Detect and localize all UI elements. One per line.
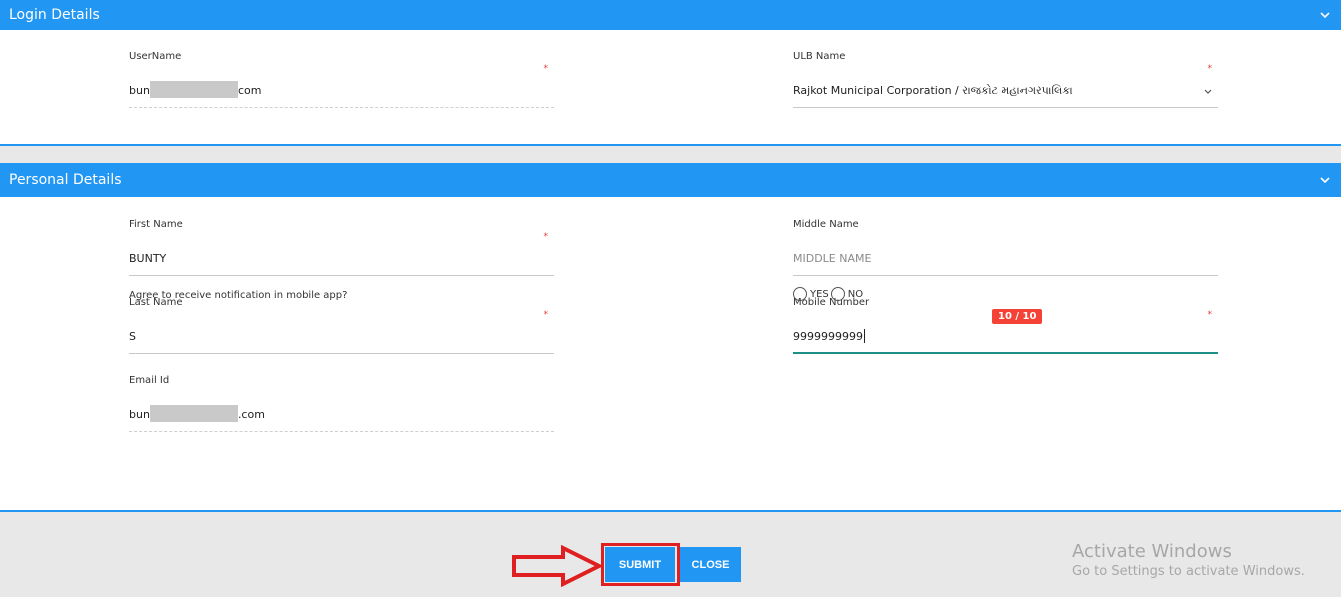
personal-details-panel: Personal Details First Name * BUNTY Midd… <box>0 163 1341 512</box>
personal-details-header[interactable]: Personal Details <box>0 163 1341 197</box>
required-marker: * <box>1207 64 1213 74</box>
personal-details-title: Personal Details <box>9 172 122 188</box>
chevron-down-icon[interactable] <box>1318 173 1332 187</box>
first-name-underline <box>129 275 554 276</box>
ulb-value[interactable]: Rajkot Municipal Corporation / રાજકોટ મહ… <box>793 84 1073 98</box>
notification-radio-group: YES NO <box>793 287 865 301</box>
email-label: Email Id <box>129 375 170 386</box>
redacted-mask <box>149 81 238 98</box>
mobile-number-value[interactable]: 9999999999 <box>793 329 865 343</box>
required-marker: * <box>543 232 549 242</box>
email-underline <box>129 431 554 432</box>
pointer-arrow-icon <box>512 545 603 587</box>
email-value[interactable]: bun .com <box>129 405 265 422</box>
username-label: UserName <box>129 51 182 62</box>
watermark-title: Activate Windows <box>1072 541 1232 562</box>
middle-name-underline <box>793 275 1218 276</box>
login-details-title: Login Details <box>9 7 100 23</box>
chevron-down-icon[interactable] <box>1318 8 1332 22</box>
redacted-mask <box>149 405 238 422</box>
ulb-label: ULB Name <box>793 51 846 62</box>
middle-name-placeholder[interactable]: MIDDLE NAME <box>793 252 871 265</box>
activate-windows-watermark: Activate Windows Go to Settings to activ… <box>1072 541 1305 579</box>
text-caret <box>864 329 865 343</box>
chevron-down-icon[interactable] <box>1204 87 1212 98</box>
no-radio[interactable] <box>830 287 845 301</box>
watermark-subtitle: Go to Settings to activate Windows. <box>1072 564 1305 579</box>
first-name-value[interactable]: BUNTY <box>129 252 166 265</box>
login-details-header[interactable]: Login Details <box>0 0 1341 30</box>
required-marker: * <box>543 64 549 74</box>
yes-radio[interactable] <box>793 287 807 301</box>
notification-question: Agree to receive notification in mobile … <box>129 290 348 301</box>
no-radio-label[interactable]: NO <box>848 289 863 300</box>
username-value[interactable]: bun com <box>129 81 261 98</box>
last-name-value[interactable]: S <box>129 330 136 343</box>
mobile-number-underline <box>793 352 1218 354</box>
character-counter-badge: 10 / 10 <box>992 309 1043 324</box>
middle-name-label: Middle Name <box>793 219 859 230</box>
required-marker: * <box>543 310 549 320</box>
yes-radio-label[interactable]: YES <box>810 289 829 300</box>
login-details-panel: Login Details UserName * bun com ULB Name… <box>0 0 1341 146</box>
last-name-underline <box>129 353 554 354</box>
required-marker: * <box>1207 310 1213 320</box>
ulb-underline <box>793 107 1218 108</box>
submit-highlight-box <box>601 543 680 586</box>
first-name-label: First Name <box>129 219 183 230</box>
username-underline <box>129 107 554 108</box>
close-button[interactable]: CLOSE <box>680 547 741 582</box>
